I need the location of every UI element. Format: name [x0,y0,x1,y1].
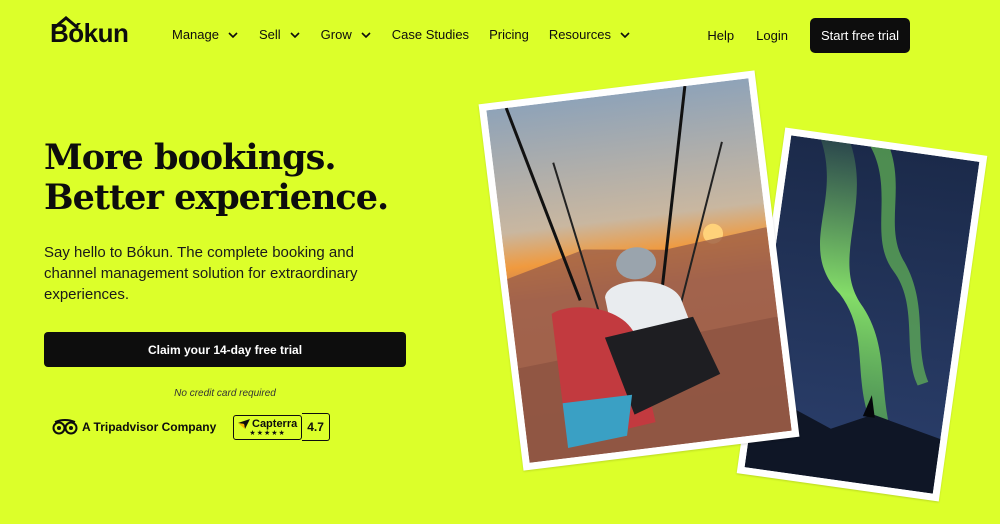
tripadvisor-badge: A Tripadvisor Company [52,419,216,435]
capterra-badge: Capterra ★★★★★ 4.7 [233,413,330,441]
menu-item-sell[interactable]: Sell [259,27,301,42]
menu-item-manage[interactable]: Manage [172,27,239,42]
chevron-down-icon [228,31,238,38]
menu-item-case-studies[interactable]: Case Studies [392,27,469,42]
top-nav: Bókun Manage Sell Grow Case Studies Pric… [0,0,1000,70]
chevron-down-icon [290,31,300,38]
chevron-down-icon [361,31,371,38]
hero-title: More bookings. Better experience. [44,137,389,218]
tripadvisor-owl-icon [52,419,78,435]
menu-item-label: Sell [258,27,281,42]
nav-right: Help Login Start free trial [707,18,910,53]
rating-stars-icon: ★★★★★ [249,429,286,437]
tripadvisor-label: A Tripadvisor Company [82,420,217,434]
no-credit-card-note: No credit card required [174,388,276,399]
menu-item-label: Manage [172,27,219,42]
hero-subtitle: Say hello to Bókun. The complete booking… [44,244,358,303]
menu-item-pricing[interactable]: Pricing [489,27,529,42]
menu-item-resources[interactable]: Resources [549,27,631,42]
chevron-down-icon [620,31,630,38]
capterra-name-text: Capterra [252,417,298,430]
hero-title-line-1: More bookings. [44,137,337,178]
capterra-name: Capterra [238,418,297,430]
brand-logo[interactable]: Bókun [50,18,129,49]
main-menu: Manage Sell Grow Case Studies Pricing Re… [172,27,651,42]
capterra-score: 4.7 [302,413,330,441]
paragliding-image [486,78,792,463]
menu-item-grow[interactable]: Grow [321,27,372,42]
start-free-trial-button[interactable]: Start free trial [809,18,910,53]
menu-item-label: Grow [320,27,352,42]
menu-item-label: Case Studies [391,27,470,42]
capterra-logo: Capterra ★★★★★ [233,414,303,440]
claim-trial-button[interactable]: Claim your 14-day free trial [44,332,406,367]
paragliding-photo [478,70,800,471]
login-link[interactable]: Login [756,28,788,43]
hero-title-line-2: Better experience. [44,177,389,218]
capterra-arrow-icon [238,418,250,429]
menu-item-label: Resources [548,27,611,42]
menu-item-label: Pricing [489,27,529,42]
help-link[interactable]: Help [707,28,734,43]
